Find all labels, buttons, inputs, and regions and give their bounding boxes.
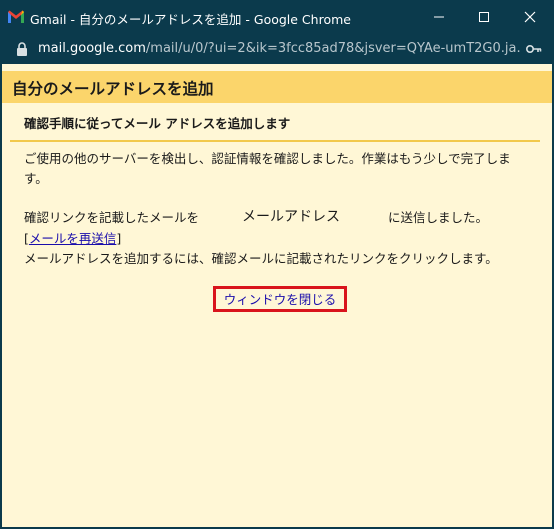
intro-text: ご使用の他のサーバーを検出し、認証情報を確認しました。作業はもう少しで完了します… — [24, 151, 511, 186]
sent-prefix-text: 確認リンクを記載したメールを — [24, 210, 200, 225]
minimize-button[interactable] — [424, 4, 454, 30]
instruction-text: メールアドレスを追加するには、確認メールに記載されたリンクをクリックします。 — [24, 251, 498, 266]
dialog-header: 自分のメールアドレスを追加 — [2, 71, 552, 103]
sent-address-text: メールアドレス — [242, 209, 340, 225]
close-window-button[interactable] — [515, 4, 545, 30]
dialog-title: 自分のメールアドレスを追加 — [12, 80, 214, 98]
key-icon[interactable] — [526, 44, 542, 54]
dialog-content: 自分のメールアドレスを追加 確認手順に従ってメール アドレスを追加します ご使用… — [2, 64, 552, 527]
maximize-icon — [479, 12, 489, 22]
dialog-subheader: 確認手順に従ってメール アドレスを追加します — [10, 104, 540, 142]
address-bar[interactable]: mail.google.com/mail/u/0/?ui=2&ik=3fcc85… — [0, 34, 554, 64]
subheader-text: 確認手順に従ってメール アドレスを追加します — [24, 116, 291, 131]
resend-line: [メールを再送信] — [24, 228, 121, 247]
gmail-icon — [8, 10, 24, 23]
close-window-link[interactable]: ウィンドウを閉じる — [224, 292, 337, 307]
sent-suffix-text: に送信しました。 — [388, 210, 489, 225]
url-text[interactable]: mail.google.com/mail/u/0/?ui=2&ik=3fcc85… — [38, 41, 520, 56]
close-icon — [524, 11, 536, 23]
lock-icon — [17, 42, 27, 56]
close-window-highlight: ウィンドウを閉じる — [213, 286, 347, 312]
resend-email-link[interactable]: メールを再送信 — [29, 231, 117, 246]
minimize-icon — [434, 16, 444, 18]
title-bar: Gmail - 自分のメールアドレスを追加 - Google Chrome — [0, 0, 554, 34]
maximize-button[interactable] — [469, 4, 499, 30]
resend-bracket-close: ] — [116, 231, 122, 246]
url-host: mail.google.com — [38, 41, 146, 56]
window-title: Gmail - 自分のメールアドレスを追加 - Google Chrome — [30, 12, 351, 27]
url-path: /mail/u/0/?ui=2&ik=3fcc85ad78&jsver=QYAe… — [145, 41, 520, 56]
